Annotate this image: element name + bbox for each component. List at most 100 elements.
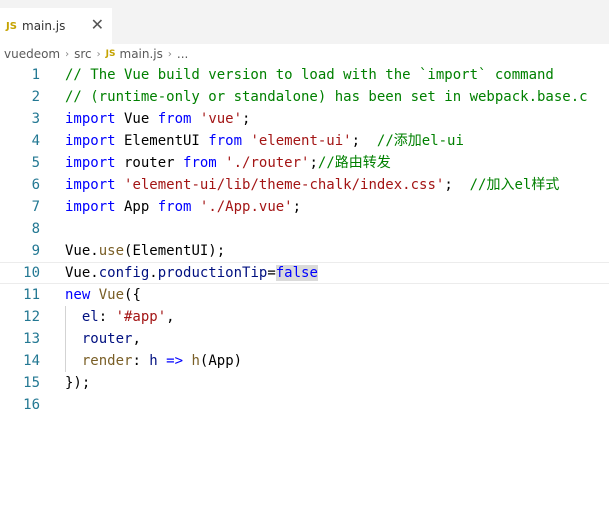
code-text: new Vue({ [65, 284, 141, 306]
code-line[interactable]: 5 import router from './router';//路由转发 [0, 152, 609, 174]
javascript-file-icon: JS [105, 49, 116, 59]
code-text: Vue.use(ElementUI); [65, 240, 225, 262]
code-token: ({ [124, 287, 141, 303]
code-token: h [149, 353, 158, 369]
code-line[interactable]: 12 el: '#app', [0, 306, 609, 328]
code-token: : [98, 309, 116, 325]
code-token: render [81, 353, 133, 369]
code-line[interactable]: 2 // (runtime-only or standalone) has bee… [0, 86, 609, 108]
line-number: 9 [31, 243, 40, 259]
code-line[interactable]: 14 render: h => h(App) [0, 350, 609, 372]
code-token: from [157, 111, 192, 127]
code-token: , [132, 331, 141, 347]
breadcrumb-item-file[interactable]: main.js [120, 47, 163, 61]
code-token: Vue [98, 287, 125, 303]
code-line[interactable]: 13 router, [0, 328, 609, 350]
code-token: => [166, 353, 184, 369]
code-token: import [65, 155, 116, 171]
code-line[interactable]: 4 import ElementUI from 'element-ui'; //添… [0, 130, 609, 152]
code-line[interactable]: 10 Vue.config.productionTip=false [0, 262, 609, 284]
code-text: }); [65, 372, 90, 394]
code-line[interactable]: 15}); [0, 372, 609, 394]
code-token: router [81, 331, 133, 347]
code-text: import Vue from 'vue'; [65, 108, 250, 130]
code-token: productionTip [157, 265, 268, 281]
code-line[interactable]: 16 [0, 394, 609, 416]
code-token: config [98, 265, 150, 281]
code-text: // The Vue build version to load with th… [65, 64, 554, 86]
code-token: = [267, 265, 276, 281]
code-text: import App from './App.vue'; [65, 196, 301, 218]
code-editor[interactable]: 1 // The Vue build version to load with t… [0, 64, 609, 416]
chevron-right-icon: › [65, 48, 70, 60]
line-number: 7 [31, 199, 40, 215]
code-token: App [115, 199, 158, 215]
breadcrumb: vuedeom › src › JS main.js › ... [0, 44, 609, 64]
code-token: 'element-ui' [250, 133, 352, 149]
code-text: Vue.config.productionTip=false [65, 263, 318, 283]
code-text: import 'element-ui/lib/theme-chalk/index… [65, 174, 559, 196]
line-number: 11 [23, 287, 40, 303]
code-text: import router from './router';//路由转发 [65, 152, 391, 174]
line-number: 16 [23, 397, 40, 413]
breadcrumb-item-folder[interactable]: vuedeom [4, 47, 60, 61]
code-token: use [98, 243, 125, 259]
code-token: import [65, 133, 116, 149]
line-number: 8 [31, 221, 40, 237]
javascript-file-icon: JS [6, 20, 17, 32]
code-text: router, [65, 328, 141, 350]
code-token: //添加el-ui [376, 133, 464, 149]
code-token: Vue [115, 111, 158, 127]
code-line[interactable]: 11 new Vue({ [0, 284, 609, 306]
code-token: Vue. [65, 265, 99, 281]
code-token: Vue. [65, 243, 99, 259]
code-token: ; [444, 177, 470, 193]
tab-bar: JS main.js ✕ [0, 0, 609, 44]
code-token: ; [309, 155, 318, 171]
code-line[interactable]: 8 [0, 218, 609, 240]
tab-main-js[interactable]: JS main.js ✕ [0, 8, 112, 44]
code-token: }); [65, 375, 91, 391]
code-token: (ElementUI); [124, 243, 226, 259]
code-token: from [157, 199, 192, 215]
tab-label: main.js [22, 19, 66, 33]
code-token: new [65, 287, 91, 303]
code-token: ; [351, 133, 377, 149]
code-line[interactable]: 9 Vue.use(ElementUI); [0, 240, 609, 262]
code-token: // The Vue build version to load with th… [65, 67, 554, 83]
line-number: 2 [31, 89, 40, 105]
code-line[interactable]: 1 // The Vue build version to load with t… [0, 64, 609, 86]
breadcrumb-item-src[interactable]: src [74, 47, 92, 61]
breadcrumb-item-more[interactable]: ... [177, 47, 188, 61]
line-number: 5 [31, 155, 40, 171]
line-number: 4 [31, 133, 40, 149]
code-token: from [183, 155, 217, 171]
code-token: h [191, 353, 200, 369]
code-line[interactable]: 6 import 'element-ui/lib/theme-chalk/inde… [0, 174, 609, 196]
code-token: import [65, 177, 116, 193]
line-number: 6 [31, 177, 40, 193]
line-number: 3 [31, 111, 40, 127]
code-token: . [149, 265, 158, 281]
code-token: 'element-ui/lib/theme-chalk/index.css' [124, 177, 445, 193]
close-icon[interactable]: ✕ [91, 16, 104, 34]
code-line[interactable]: 3 import Vue from 'vue'; [0, 108, 609, 130]
code-token: //加入el样式 [469, 177, 560, 193]
code-text: // (runtime-only or standalone) has been… [65, 86, 588, 108]
code-text: el: '#app', [65, 306, 175, 328]
code-token: import [65, 111, 116, 127]
line-number: 14 [23, 353, 40, 369]
line-number: 10 [23, 265, 40, 281]
code-token: : [132, 353, 150, 369]
code-token: false [275, 265, 318, 281]
code-line[interactable]: 7 import App from './App.vue'; [0, 196, 609, 218]
code-token: // (runtime-only or standalone) has been… [65, 89, 588, 105]
code-token: '#app' [115, 309, 167, 325]
line-number: 1 [31, 67, 40, 83]
